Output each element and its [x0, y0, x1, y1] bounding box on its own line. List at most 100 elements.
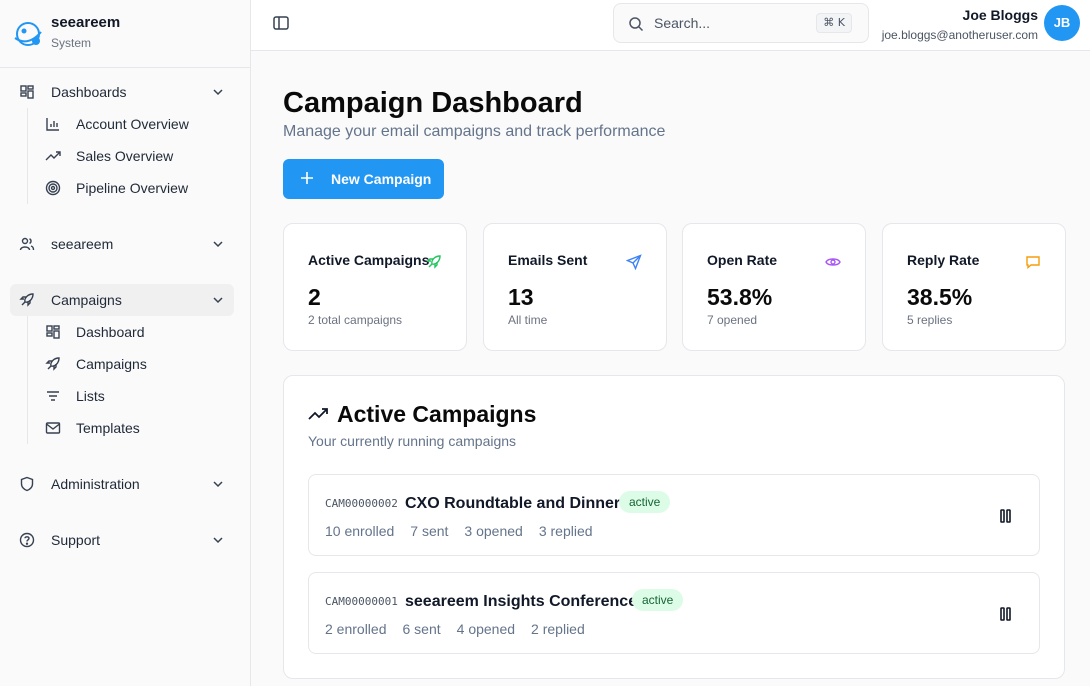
- target-icon: [45, 180, 61, 196]
- sidebar-item-label: Dashboard: [76, 324, 145, 340]
- search-input[interactable]: Search... ⌘ K: [613, 3, 869, 43]
- sidebar-group-seeareem[interactable]: seeareem: [10, 228, 234, 260]
- message-square-icon: [1026, 256, 1040, 269]
- search-icon: [629, 17, 644, 32]
- rocket-icon: [426, 255, 441, 269]
- stat-card-reply-rate: Reply Rate 38.5% 5 replies: [882, 223, 1066, 351]
- sidebar-item-account-overview[interactable]: Account Overview: [28, 108, 234, 140]
- stat-value: 2: [308, 284, 321, 310]
- sidebar-item-label: Account Overview: [76, 116, 189, 132]
- sidebar-item-campaigns[interactable]: Campaigns: [28, 348, 234, 380]
- main-content: Campaign Dashboard Manage your email cam…: [251, 51, 1090, 686]
- sidebar-sub-campaigns: Dashboard Campaigns Lists Templates: [27, 316, 234, 444]
- sidebar-item-label: Sales Overview: [76, 148, 174, 164]
- stat-replied: 3 replied: [538, 523, 593, 539]
- brand-subtitle: System: [51, 36, 92, 50]
- sidebar: seeareem System Dashboards Account Overv…: [0, 0, 251, 686]
- sidebar-group-dashboards[interactable]: Dashboards: [10, 76, 234, 108]
- stat-replied: 2 replied: [531, 621, 585, 637]
- search-shortcut: ⌘ K: [816, 13, 852, 33]
- brand-logo-icon: [14, 21, 42, 46]
- campaign-name: CXO Roundtable and Dinner: [405, 495, 621, 512]
- stat-sent: 6 sent: [402, 621, 441, 637]
- sidebar-item-label: Pipeline Overview: [76, 180, 189, 196]
- avatar[interactable]: JB: [1044, 5, 1080, 41]
- stat-opened: 3 opened: [464, 523, 523, 539]
- chevron-down-icon: [213, 481, 223, 488]
- mail-icon: [45, 422, 61, 434]
- sidebar-sub-dashboards: Account Overview Sales Overview Pipeline…: [27, 108, 234, 204]
- stat-enrolled: 2 enrolled: [325, 621, 387, 637]
- campaign-stats: 10 enrolled 7 sent 3 opened 3 replied: [325, 522, 609, 540]
- sidebar-item-templates[interactable]: Templates: [28, 412, 234, 444]
- stat-title: Reply Rate: [907, 252, 980, 268]
- panel-title: Active Campaigns: [337, 401, 537, 427]
- trending-up-icon: [308, 408, 328, 420]
- search-placeholder: Search...: [654, 15, 711, 31]
- sidebar-group-support[interactable]: Support: [10, 524, 234, 556]
- chevron-down-icon: [213, 241, 223, 248]
- pause-icon[interactable]: [995, 505, 1017, 527]
- campaign-code: CAM00000001: [325, 595, 398, 608]
- page-title: Campaign Dashboard: [283, 87, 583, 119]
- campaign-code: CAM00000002: [325, 497, 398, 510]
- sidebar-item-label: Campaigns: [76, 356, 147, 372]
- sidebar-group-label: Dashboards: [51, 84, 127, 100]
- pause-icon[interactable]: [995, 603, 1017, 625]
- user-info[interactable]: Joe Bloggs joe.bloggs@anotheruser.com: [882, 6, 1038, 43]
- plus-icon: [301, 172, 313, 184]
- stat-enrolled: 10 enrolled: [325, 523, 395, 539]
- sidebar-item-lists[interactable]: Lists: [28, 380, 234, 412]
- new-campaign-label: New Campaign: [331, 171, 432, 187]
- sidebar-group-campaigns[interactable]: Campaigns: [10, 284, 234, 316]
- grid-icon: [20, 85, 34, 99]
- stat-title: Open Rate: [707, 252, 778, 268]
- sidebar-item-label: Templates: [76, 420, 140, 436]
- campaign-row[interactable]: CAM00000001 seeareem Insights Conference…: [308, 572, 1040, 654]
- stat-title: Active Campaigns: [308, 252, 430, 268]
- new-campaign-button[interactable]: New Campaign: [283, 159, 444, 199]
- stat-note: 2 total campaigns: [308, 313, 403, 327]
- page-subtitle: Manage your email campaigns and track pe…: [283, 123, 666, 140]
- sidebar-item-dashboard[interactable]: Dashboard: [28, 316, 234, 348]
- stat-card-active-campaigns: Active Campaigns 2 2 total campaigns: [283, 223, 467, 351]
- chevron-down-icon: [213, 297, 223, 304]
- stat-note: 7 opened: [707, 313, 758, 327]
- users-icon: [19, 237, 35, 251]
- brand-name: seeareem: [51, 14, 121, 31]
- brand[interactable]: seeareem System: [0, 0, 250, 68]
- stat-opened: 4 opened: [456, 621, 516, 637]
- rocket-icon: [19, 293, 34, 307]
- send-icon: [626, 254, 642, 270]
- stat-card-emails-sent: Emails Sent 13 All time: [483, 223, 667, 351]
- status-badge: active: [619, 491, 671, 513]
- campaign-stats: 2 enrolled 6 sent 4 opened 2 replied: [325, 620, 601, 638]
- grid-icon: [46, 325, 60, 339]
- sidebar-item-label: Lists: [76, 388, 105, 404]
- stat-sent: 7 sent: [410, 523, 449, 539]
- stat-value: 53.8%: [707, 284, 773, 310]
- sidebar-item-pipeline-overview[interactable]: Pipeline Overview: [28, 172, 234, 204]
- sidebar-group-label: Support: [51, 532, 101, 548]
- sidebar-item-sales-overview[interactable]: Sales Overview: [28, 140, 234, 172]
- stat-value: 13: [508, 284, 534, 310]
- campaign-row[interactable]: CAM00000002 CXO Roundtable and Dinner ac…: [308, 474, 1040, 556]
- sidebar-group-administration[interactable]: Administration: [10, 468, 234, 500]
- shield-icon: [20, 476, 34, 492]
- chevron-down-icon: [213, 537, 223, 544]
- sidebar-group-label: seeareem: [51, 236, 114, 252]
- bar-chart-icon: [46, 118, 59, 131]
- sidebar-group-label: Administration: [51, 476, 140, 492]
- sidebar-toggle-icon[interactable]: [271, 13, 291, 33]
- campaign-name: seeareem Insights Conference: [405, 593, 638, 610]
- sidebar-group-label: Campaigns: [51, 292, 122, 308]
- rocket-icon: [45, 357, 60, 371]
- stat-value: 38.5%: [907, 284, 973, 310]
- stat-card-open-rate: Open Rate 53.8% 7 opened: [682, 223, 866, 351]
- user-email: joe.bloggs@anotheruser.com: [881, 28, 1038, 42]
- stat-title: Emails Sent: [508, 252, 588, 268]
- stat-note: 5 replies: [907, 313, 953, 327]
- help-circle-icon: [19, 532, 35, 548]
- status-badge: active: [632, 589, 684, 611]
- active-campaigns-panel: Active Campaigns Your currently running …: [283, 375, 1065, 679]
